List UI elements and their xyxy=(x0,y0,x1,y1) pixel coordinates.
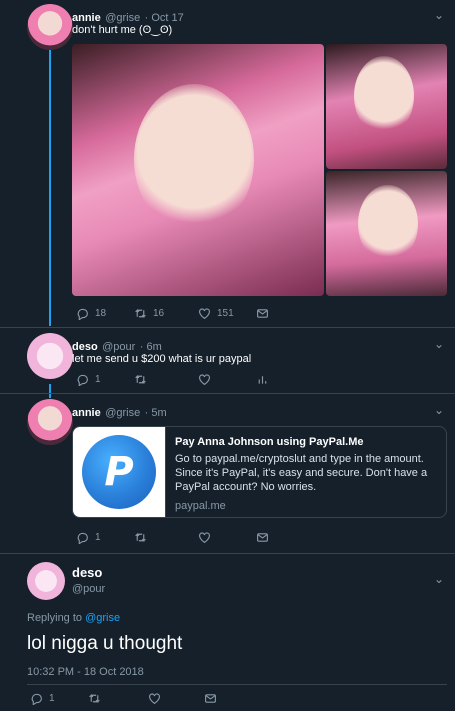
tweet-photo-3[interactable] xyxy=(326,171,447,296)
analytics-action[interactable] xyxy=(256,373,269,386)
reply-count: 1 xyxy=(49,693,55,704)
tweet-text: don't hurt me (ʘ‿ʘ) xyxy=(72,24,173,36)
reply-count: 18 xyxy=(95,308,107,319)
chevron-down-icon[interactable]: ⌄ xyxy=(434,572,444,586)
like-action[interactable] xyxy=(198,531,256,544)
like-action[interactable] xyxy=(198,373,256,386)
reply-action[interactable]: 1 xyxy=(76,531,134,544)
heart-icon xyxy=(149,693,160,705)
chevron-down-icon[interactable]: ⌄ xyxy=(434,403,444,417)
tweet-timestamp[interactable]: 10:32 PM - 18 Oct 2018 xyxy=(27,666,144,678)
avatar[interactable] xyxy=(27,4,73,50)
heart-icon xyxy=(199,532,210,544)
thread-line xyxy=(49,384,51,398)
heart-icon xyxy=(199,374,210,386)
tweet-text: let me send u $200 what is ur paypal xyxy=(72,353,252,365)
replying-to-label: Replying to xyxy=(27,612,83,624)
tweet-actions: 1 xyxy=(30,692,217,705)
reply-icon xyxy=(77,374,88,386)
user-name[interactable]: annie xyxy=(72,407,101,419)
avatar[interactable] xyxy=(27,562,65,600)
avatar[interactable] xyxy=(27,333,73,379)
card-description: Go to paypal.me/cryptoslut and type in t… xyxy=(175,453,428,493)
retweet-icon xyxy=(135,308,146,319)
user-handle[interactable]: @grise xyxy=(105,407,140,419)
chevron-down-icon[interactable]: ⌄ xyxy=(434,337,444,351)
card-url: paypal.me xyxy=(175,500,226,512)
divider xyxy=(0,553,455,554)
reply-action[interactable]: 18 xyxy=(76,307,134,320)
tweet-header: annie @grise · 5m xyxy=(72,403,167,421)
retweet-count: 16 xyxy=(153,308,165,319)
avatar[interactable] xyxy=(27,399,73,445)
user-handle[interactable]: @pour xyxy=(72,583,105,595)
envelope-icon xyxy=(205,694,216,703)
retweet-action[interactable] xyxy=(88,692,148,705)
reply-count: 1 xyxy=(95,532,101,543)
heart-icon xyxy=(199,308,210,320)
retweet-action[interactable]: 16 xyxy=(134,307,198,320)
retweet-icon xyxy=(89,693,100,704)
reply-count: 1 xyxy=(95,374,101,385)
reply-action[interactable]: 1 xyxy=(76,373,134,386)
chevron-down-icon[interactable]: ⌄ xyxy=(434,8,444,22)
like-action[interactable] xyxy=(148,692,204,705)
paypal-logo: P xyxy=(82,435,156,509)
tweet-actions: 18 16 151 xyxy=(76,307,269,320)
replying-to-handle[interactable]: @grise xyxy=(85,612,120,624)
analytics-icon xyxy=(258,376,267,384)
card-body: Pay Anna Johnson using PayPal.Me Go to p… xyxy=(175,435,440,513)
link-card[interactable]: P Pay Anna Johnson using PayPal.Me Go to… xyxy=(72,426,447,518)
user-name[interactable]: deso xyxy=(72,565,102,580)
envelope-icon xyxy=(257,309,268,318)
paypal-logo-letter: P xyxy=(104,449,134,495)
card-title: Pay Anna Johnson using PayPal.Me xyxy=(175,436,364,448)
reply-icon xyxy=(77,532,88,544)
dm-action[interactable] xyxy=(256,307,269,320)
retweet-icon xyxy=(135,374,146,385)
tweet-actions: 1 xyxy=(76,373,269,386)
tweet-time[interactable]: · 5m xyxy=(145,407,167,419)
thread-line xyxy=(49,48,51,326)
tweet-actions: 1 xyxy=(76,531,269,544)
divider xyxy=(0,393,455,394)
tweet-photo-1[interactable] xyxy=(72,44,324,296)
retweet-action[interactable] xyxy=(134,373,198,386)
retweet-action[interactable] xyxy=(134,531,198,544)
like-action[interactable]: 151 xyxy=(198,307,256,320)
envelope-icon xyxy=(257,533,268,542)
reply-icon xyxy=(31,693,42,705)
card-thumbnail: P xyxy=(73,427,166,517)
reply-action[interactable]: 1 xyxy=(30,692,88,705)
replying-to-line: Replying to @grise xyxy=(27,612,120,624)
tweet-photo-2[interactable] xyxy=(326,44,447,169)
retweet-icon xyxy=(135,532,146,543)
dm-action[interactable] xyxy=(204,692,217,705)
dm-action[interactable] xyxy=(256,531,269,544)
like-count: 151 xyxy=(217,308,234,319)
divider xyxy=(27,684,447,685)
main-tweet-text: lol nigga u thought xyxy=(27,633,183,654)
reply-icon xyxy=(77,308,88,320)
divider xyxy=(0,327,455,328)
